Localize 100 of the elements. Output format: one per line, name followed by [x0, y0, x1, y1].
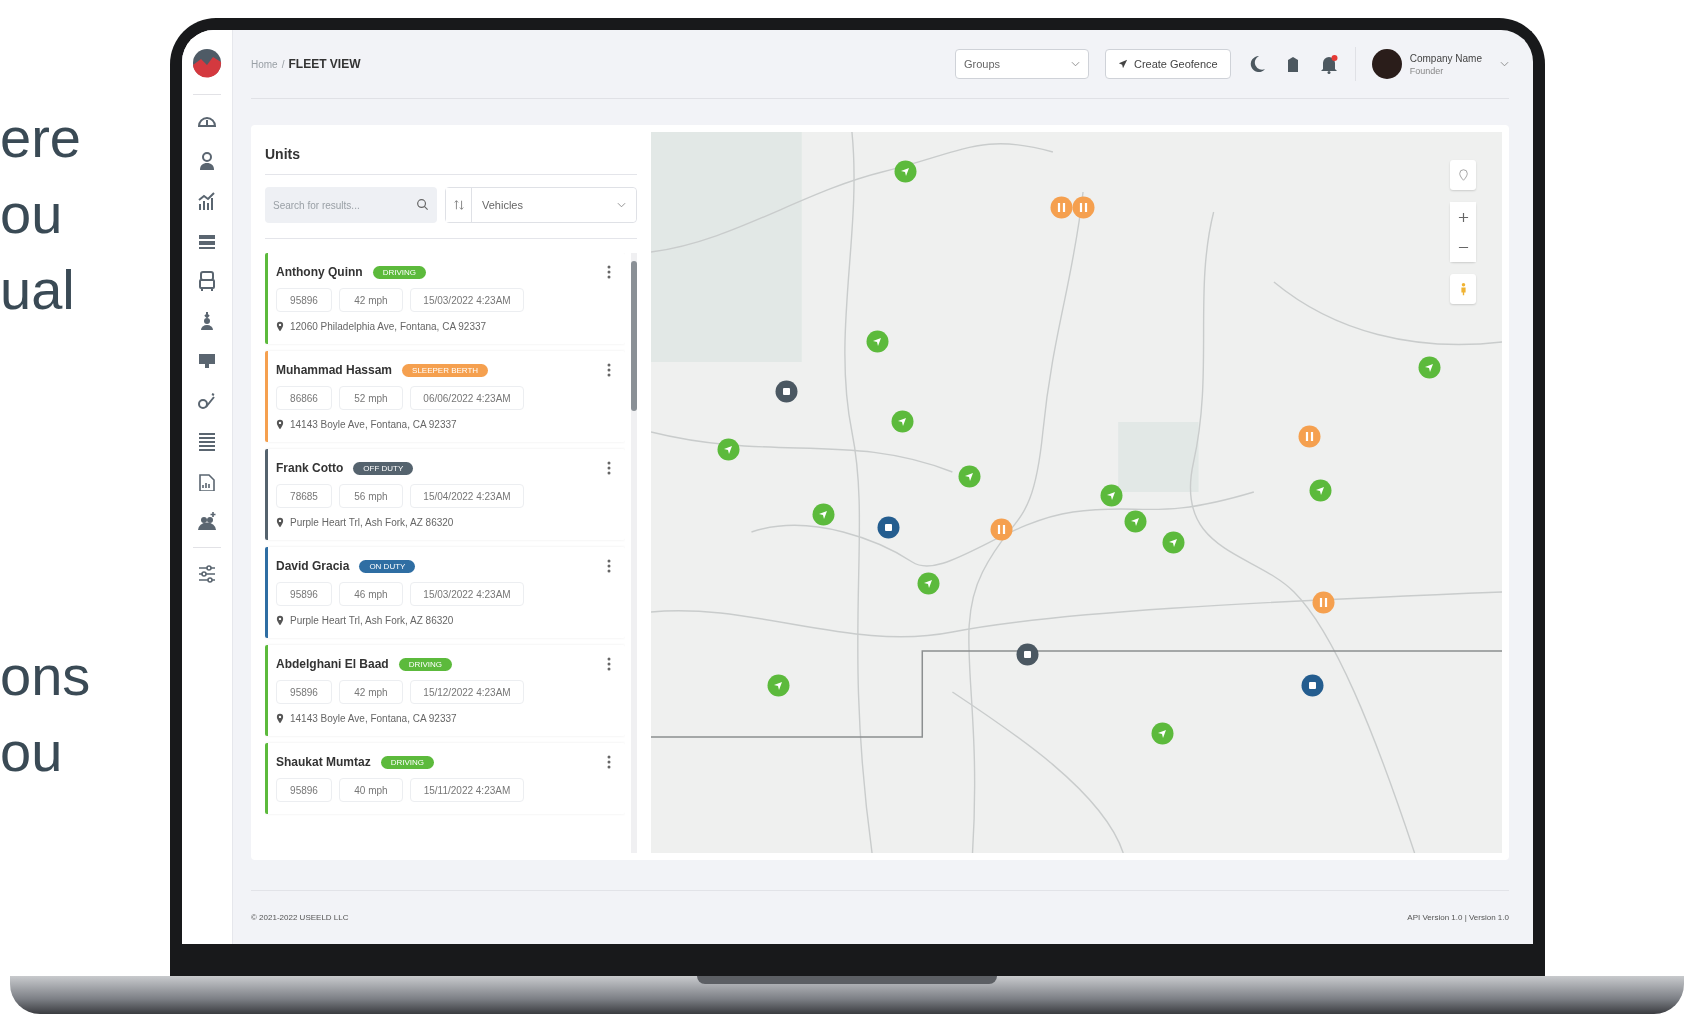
paused-vehicle-marker[interactable] — [989, 517, 1013, 541]
moving-vehicle-marker[interactable] — [958, 464, 982, 488]
team-icon[interactable] — [197, 511, 217, 531]
moving-vehicle-marker[interactable] — [766, 673, 790, 697]
user-name: Company Name — [1409, 52, 1482, 64]
pegman-icon — [1459, 282, 1467, 296]
kebab-menu-icon[interactable] — [607, 363, 611, 377]
unit-number: 95896 — [276, 288, 332, 312]
location-pin-icon — [276, 517, 284, 528]
user-role: Founder — [1409, 65, 1445, 76]
unit-speed: 46 mph — [339, 582, 403, 606]
paused-vehicle-marker[interactable] — [1071, 195, 1095, 219]
marketing-text: ons — [0, 643, 92, 709]
stopped-vehicle-marker[interactable] — [775, 380, 798, 404]
logo-icon[interactable] — [192, 48, 222, 78]
kebab-menu-icon[interactable] — [607, 461, 611, 475]
unit-speed: 42 mph — [339, 288, 403, 312]
list-icon[interactable] — [197, 431, 217, 451]
unit-driver-name: Frank Cotto — [276, 461, 344, 475]
unit-card[interactable]: Shaukat Mumtaz DRIVING 95896 40 mph 15/11/2022 4:23AM — [265, 743, 625, 814]
location-pin-icon — [1458, 169, 1468, 181]
status-badge: ON DUTY — [359, 559, 416, 573]
avatar[interactable] — [1371, 49, 1402, 79]
unit-address: 12060 Philadelphia Ave, Fontana, CA 92337 — [290, 321, 487, 332]
plus-icon — [1457, 211, 1469, 223]
unit-driver-name: David Gracia — [276, 559, 350, 573]
unit-number: 95896 — [276, 582, 332, 606]
unit-number: 95896 — [276, 778, 332, 802]
unit-number: 95896 — [276, 680, 332, 704]
moving-vehicle-marker[interactable] — [894, 160, 918, 184]
moving-vehicle-marker[interactable] — [917, 572, 940, 596]
unit-timestamp: 06/06/2022 4:23AM — [410, 386, 524, 410]
kebab-menu-icon[interactable] — [607, 755, 611, 769]
marketing-text: ere — [0, 105, 82, 171]
stopped-vehicle-marker[interactable] — [876, 516, 900, 540]
caret-icon — [1070, 61, 1080, 67]
unit-timestamp: 15/04/2022 4:23AM — [410, 484, 524, 508]
paused-vehicle-marker[interactable] — [1049, 195, 1073, 219]
unit-driver-name: Shaukat Mumtaz — [276, 755, 371, 769]
unit-card[interactable]: Anthony Quinn DRIVING 95896 42 mph 15/03/2022 4:23AM 12060 Philadelphia Ave, Fontana, CA 92337 — [265, 253, 625, 344]
stopped-vehicle-marker[interactable] — [1300, 673, 1324, 697]
sort-icon — [452, 199, 465, 211]
unit-card[interactable]: Abdelghani El Baad DRIVING 95896 42 mph 15/12/2022 4:23AM 14143 Boyle Ave, Fontana, CA 92337 — [265, 645, 625, 736]
paused-vehicle-marker[interactable] — [1311, 590, 1335, 614]
unit-driver-name: Anthony Quinn — [276, 265, 363, 279]
search-field[interactable]: Search for results... — [265, 187, 437, 223]
copyright-text: © 2021-2022 USEELD LLC — [251, 913, 349, 922]
bar-chart-icon[interactable] — [197, 191, 217, 211]
kebab-menu-icon[interactable] — [607, 657, 611, 671]
location-pin-icon — [276, 713, 284, 724]
navigation-arrow-icon — [1117, 59, 1128, 69]
unit-address: 14143 Boyle Ave, Fontana, CA 92337 — [290, 419, 457, 430]
kebab-menu-icon[interactable] — [607, 559, 611, 573]
status-badge: DRIVING — [398, 657, 453, 671]
unit-driver-name: Abdelghani El Baad — [276, 657, 389, 671]
moving-vehicle-marker[interactable] — [812, 502, 836, 526]
marketing-text: ual — [0, 257, 76, 323]
moving-vehicle-marker[interactable] — [1124, 509, 1148, 533]
kebab-menu-icon[interactable] — [607, 265, 611, 279]
moving-vehicle-marker[interactable] — [716, 438, 740, 462]
moving-vehicle-marker[interactable] — [865, 330, 889, 354]
moving-vehicle-marker[interactable] — [1100, 483, 1124, 507]
unit-timestamp: 15/12/2022 4:23AM — [410, 680, 524, 704]
breadcrumb-separator: / — [281, 59, 285, 70]
moving-vehicle-marker[interactable] — [891, 410, 915, 434]
moving-vehicle-marker[interactable] — [1309, 479, 1333, 503]
marketing-text: ou — [0, 719, 64, 785]
unit-speed: 52 mph — [339, 386, 403, 410]
version-text: API Version 1.0 | Version 1.0 — [1407, 913, 1509, 922]
unit-speed: 42 mph — [339, 680, 403, 704]
moving-vehicle-marker[interactable] — [1150, 721, 1174, 745]
unit-number: 86866 — [276, 386, 332, 410]
zoom-in-button[interactable] — [1450, 202, 1476, 232]
unit-speed: 40 mph — [339, 778, 403, 802]
panel-title: Units — [265, 140, 637, 175]
page-title: FLEET VIEW — [288, 57, 361, 71]
status-badge: SLEEPER BERTH — [402, 363, 489, 377]
moving-vehicle-marker[interactable] — [1418, 355, 1442, 379]
unit-address: 14143 Boyle Ave, Fontana, CA 92337 — [290, 713, 457, 724]
caret-icon — [617, 202, 626, 208]
unit-card[interactable]: Frank Cotto OFF DUTY 78685 56 mph 15/04/2022 4:23AM Purple Heart Trl, Ash Fork, AZ 86320 — [265, 449, 625, 540]
monitor-icon[interactable] — [197, 351, 217, 371]
sliders-icon[interactable] — [197, 564, 217, 584]
paused-vehicle-marker[interactable] — [1298, 425, 1322, 449]
route-icon[interactable] — [197, 391, 217, 411]
truck-icon[interactable] — [197, 271, 217, 291]
moving-vehicle-marker[interactable] — [1161, 531, 1185, 555]
create-geofence-button[interactable]: Create Geofence — [1104, 49, 1231, 79]
marketing-text: ou — [0, 181, 64, 247]
status-badge: DRIVING — [372, 265, 426, 279]
search-icon — [416, 198, 429, 211]
status-badge: OFF DUTY — [353, 461, 414, 475]
unit-card[interactable]: Muhammad Hassam SLEEPER BERTH 86866 52 mph 06/06/2022 4:23AM 14143 Boyle Ave, Fontana, CA 92337 — [265, 351, 625, 442]
driver-icon[interactable] — [197, 151, 217, 171]
groups-dropdown[interactable]: Groups — [954, 49, 1089, 79]
stopped-vehicle-marker[interactable] — [1015, 642, 1039, 666]
scrollbar[interactable] — [631, 253, 637, 853]
unit-number: 78685 — [276, 484, 332, 508]
unit-card[interactable]: David Gracia ON DUTY 95896 46 mph 15/03/2022 4:23AM Purple Heart Trl, Ash Fork, AZ 86320 — [265, 547, 625, 638]
report-icon[interactable] — [197, 471, 217, 491]
